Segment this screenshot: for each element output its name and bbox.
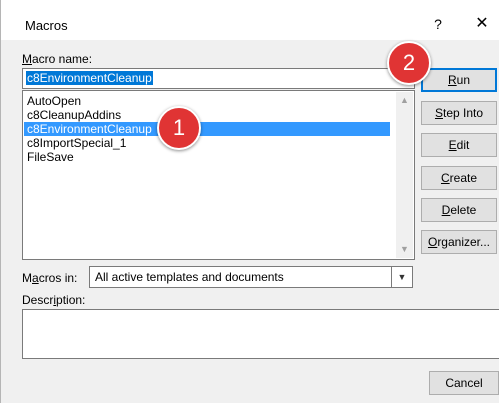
help-button[interactable]: ? bbox=[427, 13, 449, 35]
chevron-down-icon[interactable]: ▼ bbox=[391, 267, 412, 287]
macro-list[interactable]: AutoOpen c8CleanupAddins c8EnvironmentCl… bbox=[22, 90, 415, 260]
description-label: Description: bbox=[22, 293, 86, 307]
step-into-button[interactable]: Step Into bbox=[421, 101, 497, 125]
title-bar: Macros ? ✕ bbox=[1, 0, 499, 40]
create-button[interactable]: Create bbox=[421, 166, 497, 190]
scroll-down-icon[interactable]: ▼ bbox=[396, 241, 413, 258]
macro-name-input[interactable]: c8EnvironmentCleanup bbox=[22, 68, 415, 89]
dialog-title: Macros bbox=[25, 18, 68, 33]
macro-list-item[interactable]: AutoOpen bbox=[24, 94, 390, 108]
macro-list-scrollbar[interactable]: ▲ ▼ bbox=[396, 92, 413, 258]
macro-list-item[interactable]: FileSave bbox=[24, 150, 390, 164]
annotation-badge-2: 2 bbox=[387, 41, 431, 85]
annotation-badge-1: 1 bbox=[157, 106, 201, 150]
macro-name-value: c8EnvironmentCleanup bbox=[26, 71, 153, 85]
description-box bbox=[22, 309, 499, 359]
macro-list-item[interactable]: c8CleanupAddins bbox=[24, 108, 390, 122]
macro-name-label: Macro name: bbox=[22, 52, 93, 66]
scroll-up-icon[interactable]: ▲ bbox=[396, 92, 413, 109]
close-button[interactable]: ✕ bbox=[471, 13, 493, 35]
run-button[interactable]: Run bbox=[421, 68, 497, 92]
macros-in-label: Macros in: bbox=[22, 271, 78, 285]
macros-in-value: All active templates and documents bbox=[95, 270, 284, 284]
macro-list-item-selected[interactable]: c8EnvironmentCleanup bbox=[24, 122, 390, 136]
macros-in-select[interactable]: All active templates and documents ▼ bbox=[89, 266, 413, 288]
edit-button[interactable]: Edit bbox=[421, 133, 497, 157]
delete-button[interactable]: Delete bbox=[421, 198, 497, 222]
macro-list-item[interactable]: c8ImportSpecial_1 bbox=[24, 136, 390, 150]
organizer-button[interactable]: Organizer... bbox=[421, 230, 497, 254]
macros-dialog: Macros ? ✕ Macro name: c8EnvironmentClea… bbox=[0, 0, 499, 403]
cancel-button[interactable]: Cancel bbox=[429, 371, 499, 395]
